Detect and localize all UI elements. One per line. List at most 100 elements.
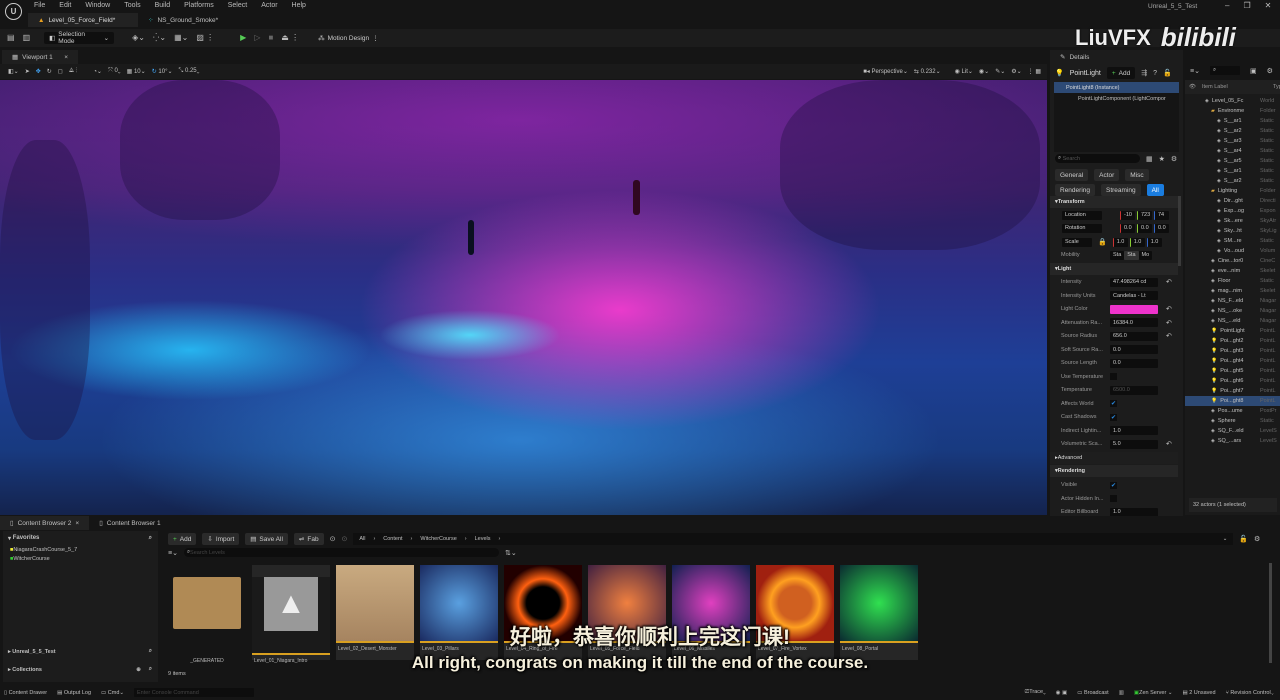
light-color-swatch[interactable] — [1110, 304, 1158, 314]
property-value[interactable]: Candelas - Lt — [1110, 291, 1158, 300]
output-log-button[interactable]: ▤ Output Log — [57, 690, 91, 696]
location-z-field[interactable]: 74 — [1154, 210, 1169, 220]
transform-menu-icon[interactable]: ◧⌄ — [8, 68, 19, 75]
filter-rendering[interactable]: Rendering — [1055, 184, 1095, 196]
close-tab-icon[interactable]: × — [64, 54, 68, 61]
checkbox[interactable] — [1110, 373, 1117, 380]
zen-server-dropdown[interactable]: ▣Zen Server ⌄ — [1134, 690, 1173, 696]
tab-viewport[interactable]: ▦ Viewport 1 × — [2, 50, 78, 64]
blueprint-icon[interactable]: ⇶ — [1141, 69, 1147, 77]
ue-logo[interactable]: U — [5, 3, 22, 20]
property-value[interactable]: 1.0 — [1110, 426, 1158, 435]
outliner-item[interactable]: ◈ S__ar4 Static — [1185, 146, 1280, 156]
checkbox[interactable]: ✔ — [1110, 400, 1117, 407]
rotation-y-field[interactable]: 0.0 — [1137, 223, 1152, 233]
outliner-item[interactable]: ◈ Exp...og Expon — [1185, 206, 1280, 216]
outliner-item[interactable]: ◈ S__ar2 Static — [1185, 126, 1280, 136]
filter-streaming[interactable]: Streaming — [1101, 184, 1141, 196]
add-folder-icon[interactable]: ▣ — [1250, 67, 1257, 75]
save-icon[interactable]: ▤ — [7, 34, 15, 42]
favorite-item[interactable]: ■ NiagaraCrashCourse_5_7 — [3, 545, 158, 554]
filter-actor[interactable]: Actor — [1094, 169, 1120, 181]
outliner-item[interactable]: 💡 Poi...ght5 PointL — [1185, 366, 1280, 376]
details-search[interactable]: ⌕ Search — [1055, 154, 1140, 163]
outliner-item[interactable]: ◈ SQ_...ars LevelS — [1185, 436, 1280, 446]
settings-icon[interactable]: ⚙ — [1267, 67, 1273, 75]
rotation-snap[interactable]: ↻ 10°⌄ — [152, 68, 173, 75]
outliner-item[interactable]: 💡 Poi...ght8 PointL — [1185, 396, 1280, 406]
outliner-item[interactable]: ◈ S__ar2 Static — [1185, 176, 1280, 186]
component-item-selected[interactable]: PointLight8 (Instance) — [1054, 82, 1179, 93]
outliner-item[interactable]: 💡 Poi...ght2 PointL — [1185, 336, 1280, 346]
scale-dropdown[interactable]: Scale — [1062, 237, 1092, 247]
outliner-item[interactable]: ◈ NS_...oke Niagar — [1185, 306, 1280, 316]
outliner-item[interactable]: ◈ NS_...eld Niagar — [1185, 316, 1280, 326]
property-value[interactable]: 16384.0 — [1110, 318, 1158, 327]
unsaved-button[interactable]: ▤ 2 Unsaved — [1182, 690, 1215, 696]
history-back-icon[interactable]: ⊙ — [330, 535, 336, 543]
derived-data-icon[interactable]: ▥ — [1119, 690, 1124, 696]
grid-snap-move[interactable]: ⤧ 0⌄ — [108, 68, 121, 75]
section-advanced[interactable]: ▸ Advanced — [1050, 452, 1178, 464]
outliner-item[interactable]: ◈ SM...re Static — [1185, 236, 1280, 246]
rotation-dropdown[interactable]: Rotation — [1062, 223, 1102, 233]
blueprint-icon[interactable]: ▨ ⋮ — [196, 34, 214, 42]
selection-mode-dropdown[interactable]: ◧ Selection Mode ⌄ — [44, 31, 115, 45]
breadcrumb-all[interactable]: All — [359, 536, 365, 542]
outliner-item[interactable]: ◈ Sphere Static — [1185, 416, 1280, 426]
record-icon[interactable]: ◉ ▣ — [1056, 690, 1068, 696]
stop-icon[interactable]: ■ — [268, 34, 273, 42]
broadcast-button[interactable]: ▭ Broadcast — [1077, 690, 1109, 696]
section-rendering[interactable]: ▾ Rendering — [1050, 465, 1178, 477]
rotation-z-field[interactable]: 0.0 — [1154, 223, 1169, 233]
close-icon[interactable]: ✕ — [1265, 1, 1272, 10]
menu-select[interactable]: Select — [228, 2, 247, 9]
outliner-item[interactable]: ◈ S__ar1 Static — [1185, 166, 1280, 176]
mobility-static[interactable]: Sta — [1110, 250, 1125, 260]
coord-icon[interactable]: ◔⌄ — [93, 68, 102, 75]
eject-icon[interactable]: ⏏ ⋮ — [281, 34, 299, 42]
property-value[interactable]: 0.0 — [1110, 345, 1158, 354]
breadcrumb-levels[interactable]: Levels — [475, 536, 491, 542]
breadcrumb-content[interactable]: Content — [383, 536, 402, 542]
menu-window[interactable]: Window — [85, 2, 110, 9]
cinematics-icon[interactable]: ▦⌄ — [174, 34, 188, 42]
reset-icon[interactable]: ↶ — [1166, 278, 1172, 286]
outliner-item[interactable]: ▰ Lighting Folder — [1185, 186, 1280, 196]
browse-icon[interactable]: ▥ — [23, 34, 31, 42]
scale-icon[interactable]: ◻ — [58, 68, 63, 75]
details-scrollbar[interactable] — [1178, 196, 1181, 266]
add-button[interactable]: + Add — [168, 533, 197, 545]
sort-icon[interactable]: ⇅⌄ — [505, 549, 517, 557]
scale-y-field[interactable]: 1.0 — [1129, 237, 1145, 247]
revision-control-dropdown[interactable]: ⑂ Revision Control⌄ — [1226, 690, 1275, 696]
scale-x-field[interactable]: 1.0 — [1112, 237, 1128, 247]
checkbox[interactable]: ✔ — [1110, 413, 1117, 421]
section-transform[interactable]: ▾ Transform — [1050, 196, 1178, 208]
fab-button[interactable]: ⇌ Fab — [293, 533, 324, 545]
show-icon[interactable]: ◉⌄ — [979, 68, 989, 75]
property-value[interactable]: 5.0 — [1110, 439, 1158, 449]
asset-search[interactable]: ⌕ Search Levels — [183, 548, 499, 557]
outliner-item[interactable]: ◈ NS_F...eld Niagar — [1185, 296, 1280, 306]
outliner-item[interactable]: ▰ Environme Folder — [1185, 106, 1280, 116]
add-component-button[interactable]: + Add — [1106, 67, 1136, 79]
add-actor-icon[interactable]: ◈⌄ — [132, 34, 145, 42]
breadcrumb-witchercourse[interactable]: WitcherCourse — [420, 536, 456, 542]
view-mode-dropdown[interactable]: ◉ Lit⌄ — [955, 68, 973, 75]
settings-icon[interactable]: ⚙⌄ — [1011, 68, 1021, 75]
play-icon[interactable]: ▶ — [240, 34, 246, 42]
tab-niagara-system[interactable]: ⁘ NS_Ground_Smoke* — [138, 13, 228, 27]
outliner-item[interactable]: ◈ Sk...ere SkyAtr — [1185, 216, 1280, 226]
filter-misc[interactable]: Misc — [1125, 169, 1149, 181]
content-drawer-button[interactable]: ▯ Content Drawer — [4, 690, 47, 696]
outliner-item[interactable]: ◈ Cine...tor0 CineC — [1185, 256, 1280, 266]
outliner-item[interactable]: ◈ Floor Static — [1185, 276, 1280, 286]
favorite-item[interactable]: ■ WitcherCourse — [3, 554, 158, 563]
outliner-item[interactable]: 💡 Poi...ght7 PointL — [1185, 386, 1280, 396]
property-value[interactable]: 47.498264 cd — [1110, 277, 1158, 287]
history-forward-icon[interactable]: ⊙ — [341, 535, 347, 543]
trace-dropdown[interactable]: ⎚Trace⌄ — [1025, 689, 1046, 696]
location-x-field[interactable]: -10 — [1120, 210, 1135, 220]
edit-icon[interactable]: ✎⌄ — [995, 68, 1005, 75]
